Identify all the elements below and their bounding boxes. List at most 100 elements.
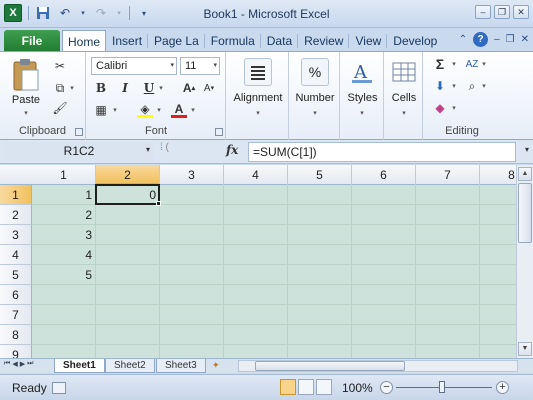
number-dropdown-icon[interactable]: ▾ [310, 108, 320, 118]
macro-record-icon[interactable] [52, 382, 66, 394]
copy-icon[interactable]: ⧉ [52, 80, 68, 96]
autosum-dropdown-icon[interactable]: ▾ [450, 58, 458, 70]
insert-function-button[interactable]: fx [226, 143, 238, 157]
first-sheet-icon[interactable]: ⏮ [4, 360, 10, 368]
paste-icon[interactable] [12, 58, 40, 92]
zoom-out-icon[interactable]: − [380, 381, 393, 394]
vertical-scrollbar[interactable]: ▲ ▼ [516, 165, 533, 358]
window-minimize-icon[interactable]: – [494, 34, 500, 45]
row-header[interactable]: 7 [0, 305, 32, 325]
zoom-in-icon[interactable]: + [496, 381, 509, 394]
window-restore-icon[interactable]: ❐ [506, 34, 515, 45]
page-layout-view-icon[interactable] [298, 379, 314, 395]
clear-icon[interactable]: ◆ [432, 100, 448, 116]
tab-review[interactable]: Review [298, 30, 348, 52]
row-header[interactable]: 2 [0, 205, 32, 225]
column-header[interactable]: 6 [352, 165, 416, 185]
expand-formula-bar-icon[interactable]: ▾ [525, 145, 529, 154]
sheet-tab-sheet3[interactable]: Sheet3 [156, 359, 206, 373]
underline-dropdown-icon[interactable]: ▾ [157, 82, 165, 94]
row-header[interactable]: 8 [0, 325, 32, 345]
column-header[interactable]: 7 [416, 165, 480, 185]
row-header[interactable]: 9 [0, 345, 32, 358]
alignment-button[interactable]: Alignment [227, 92, 289, 104]
tab-file[interactable]: File [4, 30, 60, 52]
minimize-icon[interactable]: – [475, 5, 491, 19]
scroll-down-icon[interactable]: ▼ [518, 342, 532, 356]
borders-icon[interactable]: ▦ [93, 102, 109, 118]
tab-insert[interactable]: Insert [106, 30, 147, 52]
close-icon[interactable]: ✕ [513, 5, 529, 19]
decrease-font-icon[interactable]: A ▾ [201, 80, 217, 96]
next-sheet-icon[interactable]: ▶ [20, 360, 25, 368]
paste-dropdown-icon[interactable]: ▾ [20, 108, 32, 118]
italic-button[interactable]: I [117, 80, 133, 96]
column-header[interactable]: 5 [288, 165, 352, 185]
row-header[interactable]: 4 [0, 245, 32, 265]
prev-sheet-icon[interactable]: ◀ [12, 360, 17, 368]
minimize-ribbon-icon[interactable]: ⌃ [459, 34, 467, 45]
column-header[interactable]: 8 [480, 165, 516, 185]
tab-data[interactable]: Data [261, 30, 297, 52]
fill-color-dropdown-icon[interactable]: ▾ [155, 104, 163, 116]
underline-button[interactable]: U [141, 80, 157, 96]
horizontal-scroll-thumb[interactable] [255, 361, 405, 371]
row-header[interactable]: 3 [0, 225, 32, 245]
name-box[interactable]: R1C2 [4, 142, 154, 161]
column-header[interactable]: 1 [32, 165, 96, 185]
alignment-dropdown-icon[interactable]: ▾ [253, 108, 263, 118]
alignment-icon[interactable] [244, 58, 272, 86]
name-box-dropdown-icon[interactable]: ▾ [146, 145, 150, 154]
help-icon[interactable]: ? [473, 32, 489, 47]
cell[interactable]: 2 [32, 205, 96, 225]
cells-button[interactable]: Cells [385, 92, 423, 104]
restore-icon[interactable]: ❐ [494, 5, 510, 19]
zoom-level[interactable]: 100% [342, 381, 373, 395]
font-size-dropdown-icon[interactable]: ▾ [213, 58, 217, 74]
cut-icon[interactable]: ✂ [52, 58, 68, 74]
styles-icon[interactable]: A [348, 58, 376, 86]
styles-dropdown-icon[interactable]: ▾ [357, 108, 367, 118]
horizontal-scrollbar[interactable] [238, 360, 518, 372]
borders-dropdown-icon[interactable]: ▾ [111, 104, 119, 116]
row-header[interactable]: 1 [0, 185, 32, 205]
sheet-tab-sheet2[interactable]: Sheet2 [105, 359, 155, 373]
alignment-group[interactable]: Alignment ▾ [227, 52, 289, 140]
increase-font-icon[interactable]: A ▴ [181, 80, 197, 96]
insert-sheet-icon[interactable]: ✦ [212, 360, 228, 372]
paste-button[interactable]: Paste [6, 94, 46, 106]
row-header[interactable]: 6 [0, 285, 32, 305]
scroll-up-icon[interactable]: ▲ [518, 167, 532, 181]
tab-formulas[interactable]: Formula [205, 30, 260, 52]
column-header[interactable]: 2 [96, 165, 160, 185]
sort-filter-icon[interactable]: AZ [464, 56, 480, 72]
cells-group[interactable]: Cells ▾ [385, 52, 423, 140]
vertical-scroll-thumb[interactable] [518, 183, 532, 243]
font-name-combo[interactable]: Calibri ▾ [91, 57, 177, 75]
cell[interactable]: 1 [32, 185, 96, 205]
formula-bar-splitter[interactable]: ⁞ ( [160, 142, 172, 161]
number-group[interactable]: % Number ▾ [290, 52, 340, 140]
cells-icon[interactable] [390, 58, 418, 86]
tab-view[interactable]: View [349, 30, 386, 52]
font-launcher-icon[interactable] [215, 128, 223, 136]
font-color-dropdown-icon[interactable]: ▾ [189, 104, 197, 116]
sheet-tab-sheet1[interactable]: Sheet1 [54, 359, 105, 373]
column-header[interactable]: 3 [160, 165, 224, 185]
number-button[interactable]: Number [290, 92, 340, 104]
last-sheet-icon[interactable]: ⏭ [27, 360, 33, 368]
cell[interactable]: 4 [32, 245, 96, 265]
find-select-icon[interactable]: ⌕ [464, 78, 480, 94]
zoom-slider-thumb[interactable] [439, 381, 445, 393]
font-size-combo[interactable]: 11 ▾ [180, 57, 220, 75]
tab-page-layout[interactable]: Page La [148, 30, 204, 52]
row-header[interactable]: 5 [0, 265, 32, 285]
bold-button[interactable]: B [93, 80, 109, 96]
sort-filter-dropdown-icon[interactable]: ▾ [480, 58, 488, 70]
cell[interactable]: 3 [32, 225, 96, 245]
copy-dropdown-icon[interactable]: ▾ [68, 82, 76, 94]
normal-view-icon[interactable] [280, 379, 296, 395]
styles-button[interactable]: Styles [341, 92, 384, 104]
font-name-dropdown-icon[interactable]: ▾ [170, 58, 174, 74]
tab-developer[interactable]: Develop [387, 30, 442, 52]
